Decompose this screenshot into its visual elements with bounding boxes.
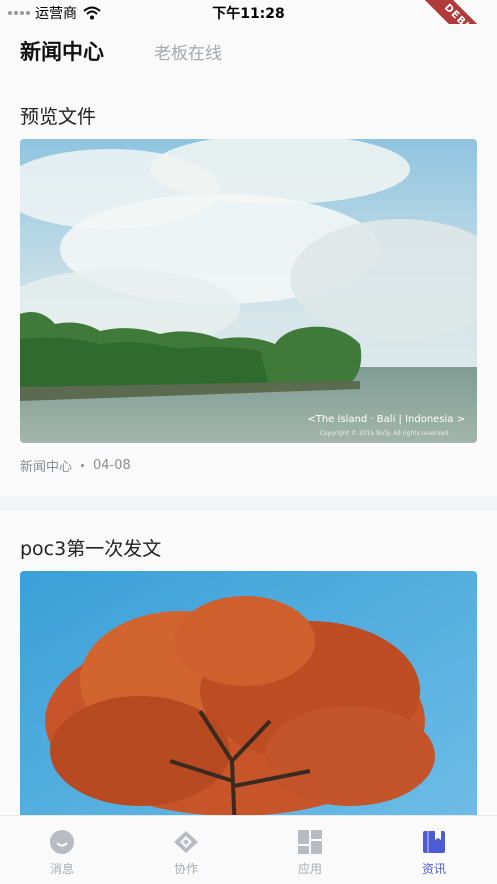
article-title: poc3第一次发文 <box>20 538 162 560</box>
tab-news-center[interactable]: 新闻中心 <box>20 36 104 66</box>
apps-grid-icon <box>298 830 322 854</box>
article-image: <The Island · Bali | Indonesia > Copyrig… <box>20 139 477 443</box>
separator-dot <box>81 464 85 467</box>
tab-label: 资讯 <box>421 862 446 876</box>
bottom-tab-bar: 消息 协作 应用 资讯 <box>0 815 497 884</box>
smile-icon <box>50 830 74 854</box>
tab-label: 应用 <box>297 862 322 876</box>
tab-apps[interactable]: 应用 <box>248 816 372 884</box>
tab-collaboration[interactable]: 协作 <box>124 816 248 884</box>
tab-label: 消息 <box>49 862 74 876</box>
top-tabs: 新闻中心 老板在线 <box>0 24 497 80</box>
status-bar: 运营商 下午11:28 <box>0 0 497 24</box>
tab-label: 协作 <box>173 862 198 876</box>
status-time: 下午11:28 <box>212 6 285 22</box>
book-icon <box>423 831 445 853</box>
tab-news[interactable]: 资讯 <box>372 816 496 884</box>
article-source: 新闻中心 <box>20 460 73 475</box>
image-copyright: Copyright © 2015 BuTy. All rights reserv… <box>320 430 450 437</box>
collaboration-icon <box>174 831 198 853</box>
tab-messages[interactable]: 消息 <box>0 816 124 884</box>
article-meta: 新闻中心 04-08 <box>20 456 131 475</box>
article-card[interactable]: poc3第一次发文 <box>0 510 497 816</box>
article-image <box>20 571 477 816</box>
article-title: 预览文件 <box>20 106 97 128</box>
tab-boss-online[interactable]: 老板在线 <box>154 39 222 64</box>
image-caption: <The Island · Bali | Indonesia > <box>307 414 465 425</box>
article-card[interactable]: 预览文件 <The Island · Bali | Indonesia > Co… <box>0 80 497 496</box>
article-date: 04-08 <box>93 458 131 473</box>
